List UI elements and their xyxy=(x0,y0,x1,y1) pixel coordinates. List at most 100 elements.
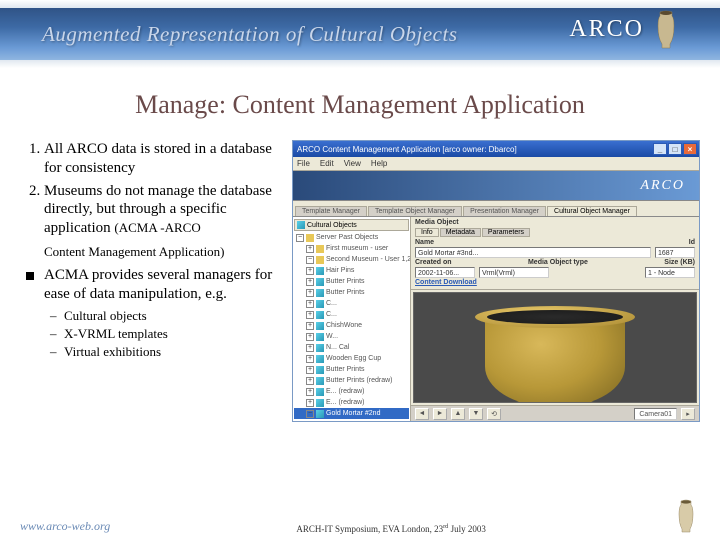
tree-node[interactable]: +Hair Pins xyxy=(294,265,409,276)
nav-button[interactable]: ◄ xyxy=(415,408,429,420)
cube-icon xyxy=(316,366,324,374)
menu-view[interactable]: View xyxy=(344,159,361,168)
tree-node[interactable]: Gold Mortar #2 xyxy=(294,419,409,421)
maximize-button[interactable]: □ xyxy=(668,143,682,155)
tab-cultural-object-manager[interactable]: Cultural Object Manager xyxy=(547,206,637,216)
label-size: Size (KB) xyxy=(664,259,695,266)
cube-icon xyxy=(316,399,324,407)
tree-node[interactable]: +E... (redraw) xyxy=(294,386,409,397)
footer-event: ARCH-IT Symposium, EVA London, 23rd July… xyxy=(110,523,672,534)
bullet-item: ACMA provides several managers for ease … xyxy=(26,266,280,304)
tab-template-object-manager[interactable]: Template Object Manager xyxy=(368,206,462,216)
header-logo: ARCO xyxy=(569,8,682,50)
folder-icon xyxy=(316,245,324,253)
text-column: All ARCO data is stored in a database fo… xyxy=(20,140,280,422)
tree-node-selected[interactable]: −Gold Mortar #2nd xyxy=(294,408,409,419)
tree-node[interactable]: +ChishWone xyxy=(294,320,409,331)
footer-url: www.arco-web.org xyxy=(20,519,110,534)
cube-icon xyxy=(316,300,324,308)
tree-node[interactable]: +Butter Prints (redraw) xyxy=(294,375,409,386)
label-name: Name xyxy=(415,239,434,246)
cube-icon xyxy=(316,311,324,319)
app-banner-logo: ARCO xyxy=(640,178,685,194)
download-link[interactable]: Content Download xyxy=(415,279,477,286)
media-icon xyxy=(316,421,324,422)
camera-field[interactable]: Camera01 xyxy=(634,408,677,420)
cube-icon xyxy=(316,322,324,330)
content-row: All ARCO data is stored in a database fo… xyxy=(0,120,720,422)
nav-button[interactable]: ▼ xyxy=(469,408,483,420)
cube-icon xyxy=(297,221,305,229)
folder-icon xyxy=(306,234,314,242)
label-type: Media Object type xyxy=(528,259,588,266)
field-size: 1 - Node xyxy=(645,267,695,278)
prop-tab-parameters[interactable]: Parameters xyxy=(482,228,530,237)
cube-icon xyxy=(316,289,324,297)
label-created: Created on xyxy=(415,259,452,266)
acma-screenshot: ARCO Content Management Application [arc… xyxy=(292,140,700,422)
prop-tab-info[interactable]: Info xyxy=(415,228,439,237)
mortar-model xyxy=(465,292,645,403)
nav-button[interactable]: ▲ xyxy=(451,408,465,420)
manager-tabs: Template Manager Template Object Manager… xyxy=(293,201,699,217)
menu-edit[interactable]: Edit xyxy=(320,159,334,168)
cube-icon xyxy=(316,267,324,275)
3d-viewer[interactable] xyxy=(413,292,697,403)
label-id: Id xyxy=(689,239,695,246)
cube-icon xyxy=(316,344,324,352)
menu-file[interactable]: File xyxy=(297,159,310,168)
tree-node[interactable]: +W... xyxy=(294,331,409,342)
window-title: ARCO Content Management Application [arc… xyxy=(297,145,517,154)
tree-node[interactable]: +N... Cal xyxy=(294,342,409,353)
point-2-tail: (ACMA -ARCO xyxy=(114,220,200,235)
tree-node[interactable]: +Butter Prints xyxy=(294,276,409,287)
cube-icon xyxy=(316,410,324,418)
square-bullet-icon xyxy=(26,272,34,280)
nav-button[interactable]: ► xyxy=(433,408,447,420)
app-body: Cultural Objects −Server Past Objects +F… xyxy=(293,217,699,421)
properties-panel: Media Object Info Metadata Parameters Na… xyxy=(411,217,699,290)
field-name[interactable]: Gold Mortar #3nd... xyxy=(415,247,651,258)
cube-icon xyxy=(316,377,324,385)
menu-help[interactable]: Help xyxy=(371,159,387,168)
tree-node[interactable]: +C... xyxy=(294,309,409,320)
vase-icon xyxy=(650,8,682,50)
minimize-button[interactable]: _ xyxy=(653,143,667,155)
tab-template-manager[interactable]: Template Manager xyxy=(295,206,367,216)
menu-bar: File Edit View Help xyxy=(293,157,699,171)
window-titlebar: ARCO Content Management Application [arc… xyxy=(293,141,699,157)
nav-button[interactable]: ⟲ xyxy=(487,408,501,420)
viewer-toolbar: ◄ ► ▲ ▼ ⟲ Camera01 ▸ xyxy=(411,405,699,421)
prop-tab-metadata[interactable]: Metadata xyxy=(440,228,481,237)
tree-node[interactable]: +E... (redraw) xyxy=(294,397,409,408)
object-tree[interactable]: Cultural Objects −Server Past Objects +F… xyxy=(293,217,411,421)
point-1: All ARCO data is stored in a database fo… xyxy=(44,140,280,178)
field-id: 1687 xyxy=(655,247,695,258)
sub-item-1: –Cultural objects xyxy=(50,308,280,324)
tree-node[interactable]: +First museum - user xyxy=(294,243,409,254)
bullet-text: ACMA provides several managers for ease … xyxy=(44,266,280,304)
tree-node[interactable]: +Wooden Egg Cup xyxy=(294,353,409,364)
point-2: Museums do not manage the database direc… xyxy=(44,182,280,238)
field-type: Vrml(Vrml) xyxy=(479,267,549,278)
slide-footer: www.arco-web.org ARCH-IT Symposium, EVA … xyxy=(0,498,720,534)
tree-node[interactable]: −Server Past Objects xyxy=(294,232,409,243)
cube-icon xyxy=(316,388,324,396)
slide-title: Manage: Content Management Application xyxy=(0,90,720,120)
sub-item-2: –X-VRML templates xyxy=(50,326,280,342)
header-title: Augmented Representation of Cultural Obj… xyxy=(42,22,458,47)
app-banner: ARCO xyxy=(293,171,699,201)
logo-text: ARCO xyxy=(569,16,644,43)
close-button[interactable]: × xyxy=(683,143,697,155)
tree-node[interactable]: +Butter Prints xyxy=(294,364,409,375)
bullet-block: ACMA provides several managers for ease … xyxy=(20,266,280,360)
tree-node[interactable]: +Butter Prints xyxy=(294,287,409,298)
folder-icon xyxy=(316,256,324,264)
camera-next-button[interactable]: ▸ xyxy=(681,408,695,420)
properties-header: Media Object xyxy=(415,219,695,226)
slide-header: Augmented Representation of Cultural Obj… xyxy=(0,0,720,68)
tree-node[interactable]: −Second Museum - User 1,2,3 xyxy=(294,254,409,265)
cube-icon xyxy=(316,355,324,363)
tree-node[interactable]: +C... xyxy=(294,298,409,309)
tab-presentation-manager[interactable]: Presentation Manager xyxy=(463,206,546,216)
